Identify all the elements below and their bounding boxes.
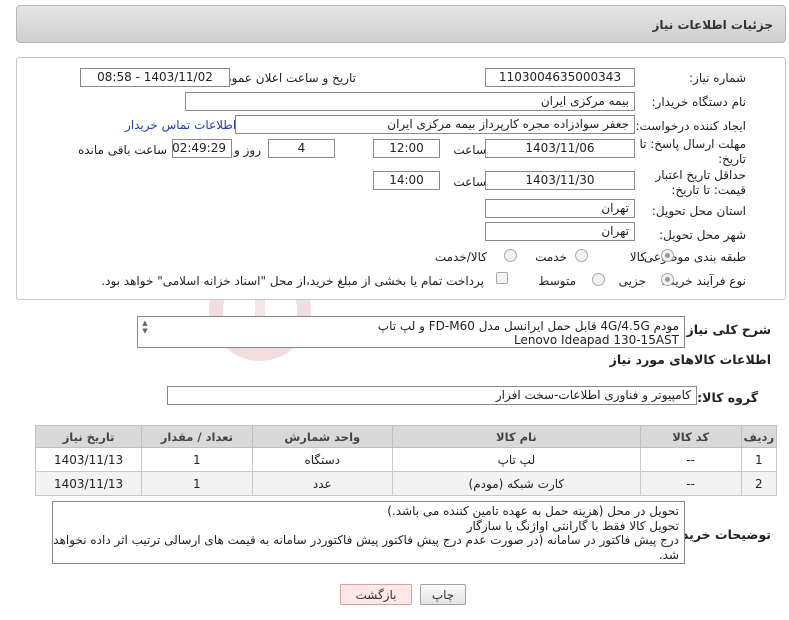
announce-label: تاریخ و ساعت اعلان عمومی: (211, 71, 356, 85)
table-cell: لپ تاپ (392, 447, 641, 472)
price-validity-label: حداقل تاریخ اعتبار قیمت: تا تاریخ: (655, 168, 746, 197)
table-cell: 1 (141, 471, 253, 496)
treasury-payment-checkbox[interactable] (496, 272, 508, 284)
announce-field[interactable]: 1403/11/02 - 08:58 (80, 68, 230, 87)
header-bar: جزئیات اطلاعات نیاز (16, 5, 786, 43)
process-option-medium: متوسط (538, 274, 576, 288)
buyer-notes-line-1: تحویل در محل (هزینه حمل به عهده تامین کن… (387, 504, 679, 518)
items-table: ردیف کد کالا نام کالا واحد شمارش تعداد /… (34, 425, 778, 496)
summary-textarea[interactable]: مودم 4G/4.5G قابل حمل ایرانسل مدل FD-M60… (137, 316, 685, 348)
table-header-cell: ردیف (740, 425, 778, 448)
price-time-label: ساعت (453, 175, 486, 189)
table-cell: 1 (740, 447, 778, 472)
remaining-time-field[interactable]: 02:49:29 (172, 139, 232, 158)
table-cell: دستگاه (251, 447, 394, 472)
print-button[interactable]: چاپ (420, 584, 466, 605)
reply-time-field[interactable]: 12:00 (373, 139, 440, 158)
goods-section-title: اطلاعات کالاهای مورد نیاز (609, 352, 771, 367)
table-cell: عدد (251, 471, 394, 496)
buyer-org-field[interactable]: بیمه مرکزی ایران (185, 92, 635, 111)
process-option-minor: جزیی (618, 274, 646, 288)
page-title: جزئیات اطلاعات نیاز (652, 18, 773, 32)
requester-field[interactable]: جعفر سوادزاده مجره کارپرداز بیمه مرکزی ا… (235, 115, 635, 134)
table-header-cell: نام کالا (392, 425, 641, 448)
table-header-cell: کد کالا (639, 425, 742, 448)
contact-buyer-link[interactable]: اطلاعات تماس خریدار (125, 118, 236, 132)
buyer-notes-textarea[interactable]: تحویل در محل (هزینه حمل به عهده تامین کن… (52, 501, 685, 564)
need-number-label: شماره نیاز: (689, 71, 746, 85)
process-label: نوع فرآیند خرید : (661, 274, 746, 288)
back-button[interactable]: بازگشت (340, 584, 412, 605)
table-cell: 2 (740, 471, 778, 496)
buyer-org-label: نام دستگاه خریدار: (651, 95, 747, 109)
table-cell: 1 (141, 447, 253, 472)
goods-group-field[interactable]: کامپیوتر و فناوری اطلاعات-سخت افزار (167, 386, 697, 405)
goods-group-label: گروه کالا: (697, 390, 758, 405)
remaining-label: ساعت باقی مانده (77, 143, 167, 157)
buyer-notes-line-4: شد. (658, 547, 679, 562)
remaining-days-field[interactable]: 4 (268, 139, 335, 158)
table-header-row: ردیف کد کالا نام کالا واحد شمارش تعداد /… (34, 425, 778, 448)
city-field[interactable]: تهران (485, 222, 635, 241)
days-label: روز و (234, 143, 261, 157)
table-header-cell: تعداد / مقدار (141, 425, 253, 448)
province-field[interactable]: تهران (485, 199, 635, 218)
table-cell: کارت شبکه (مودم) (392, 471, 641, 496)
summary-line-1: مودم 4G/4.5G قابل حمل ایرانسل مدل FD-M60… (377, 319, 679, 333)
reply-time-label: ساعت (453, 143, 486, 157)
table-header-cell: تاریخ نیاز (34, 425, 143, 448)
table-header-cell: واحد شمارش (251, 425, 394, 448)
summary-scroll-arrows[interactable]: ▲ ▼ (140, 319, 150, 335)
reply-deadline-label: مهلت ارسال پاسخ: تا تاریخ: (639, 137, 746, 166)
need-number-field[interactable]: 1103004635000343 (485, 68, 635, 87)
buyer-notes-line-2: تحویل کالا فقط با گارانتی اواژنگ یا سازگ… (466, 518, 679, 533)
category-option-goods: کالا (629, 250, 646, 264)
summary-line-2: Lenovo Ideapad 130-15AST (513, 333, 679, 347)
table-cell: 1403/11/13 (34, 447, 143, 472)
category-option-service: خدمت (535, 250, 567, 264)
reply-date-field[interactable]: 1403/11/06 (485, 139, 635, 158)
summary-label: شرح کلی نیاز: (681, 322, 771, 337)
table-row[interactable]: 1 -- لپ تاپ دستگاه 1 1403/11/13 (34, 447, 778, 472)
table-cell: -- (639, 447, 742, 472)
category-label: طبقه بندی موضوعی: (639, 250, 746, 264)
process-radio-minor[interactable] (661, 273, 674, 286)
process-radio-medium[interactable] (592, 273, 605, 286)
price-time-field[interactable]: 14:00 (373, 171, 440, 190)
buyer-notes-line-3: درج پیش فاکتور در سامانه (در صورت عدم در… (53, 533, 679, 547)
category-radio-service[interactable] (575, 249, 588, 262)
price-date-field[interactable]: 1403/11/30 (485, 171, 635, 190)
treasury-payment-note: پرداخت تمام یا بخشی از مبلغ خرید،از محل … (101, 274, 484, 288)
requester-label: ایجاد کننده درخواست: (635, 119, 746, 133)
table-cell: 1403/11/13 (34, 471, 143, 496)
province-label: استان محل تحویل: (651, 204, 746, 218)
table-row[interactable]: 2 -- کارت شبکه (مودم) عدد 1 1403/11/13 (34, 471, 778, 496)
category-option-goods-service: کالا/خدمت (434, 250, 487, 264)
category-radio-goods-service[interactable] (504, 249, 517, 262)
city-label: شهر محل تحویل: (659, 228, 746, 242)
table-cell: -- (639, 471, 742, 496)
category-radio-goods[interactable] (661, 249, 674, 262)
